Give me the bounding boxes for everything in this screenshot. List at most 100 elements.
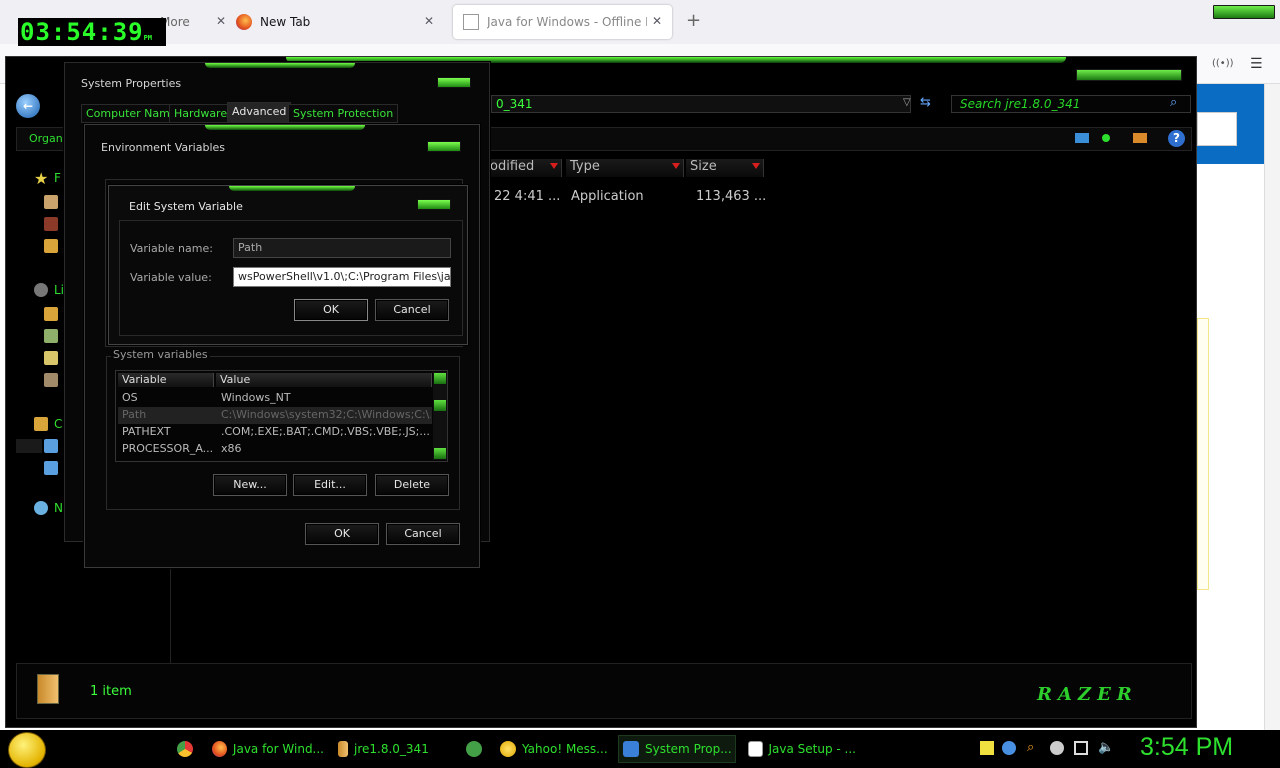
- browser-tab-new-tab[interactable]: New Tab ✕: [226, 5, 444, 39]
- cancel-button[interactable]: Cancel: [375, 299, 449, 321]
- scroll-down-icon[interactable]: [434, 448, 446, 459]
- ok-button[interactable]: OK: [294, 299, 368, 321]
- back-arrow-icon[interactable]: ←: [16, 94, 40, 118]
- firefox-icon: [236, 14, 252, 30]
- tab-advanced[interactable]: Advanced: [227, 102, 292, 123]
- table-row[interactable]: PATHEXT .COM;.EXE;.BAT;.CMD;.VBS;.VBE;.J…: [118, 424, 432, 441]
- nav-favorites-label[interactable]: F: [54, 171, 61, 185]
- scroll-thumb[interactable]: [434, 400, 446, 411]
- tray-icon[interactable]: [1050, 741, 1064, 755]
- tab-hardware[interactable]: Hardware: [169, 104, 233, 123]
- close-icon[interactable]: ✕: [216, 14, 226, 28]
- tab-computer-name[interactable]: Computer Name: [81, 104, 182, 123]
- sort-arrow-icon: [752, 163, 760, 169]
- network-tray-icon[interactable]: [1002, 741, 1016, 755]
- edit-button[interactable]: Edit...: [293, 474, 367, 496]
- search-input[interactable]: Search jre1.8.0_341: [951, 95, 1191, 113]
- display-tray-icon[interactable]: [1074, 741, 1088, 755]
- variable-name: Path: [122, 408, 147, 421]
- address-bar[interactable]: 0_341: [491, 95, 911, 113]
- file-modified[interactable]: 22 4:41 ...: [494, 189, 560, 204]
- web-page-input[interactable]: [1197, 112, 1237, 146]
- column-label: odified: [490, 159, 535, 174]
- sort-arrow-icon: [550, 163, 558, 169]
- volume-icon[interactable]: 🔈: [1098, 741, 1114, 755]
- variable-value: Windows_NT: [221, 391, 291, 404]
- notes-tray-icon[interactable]: [980, 741, 994, 755]
- tab-system-protection[interactable]: System Protection: [288, 104, 399, 123]
- music-icon[interactable]: [44, 329, 58, 343]
- taskbar-item-jre-folder[interactable]: jre1.8.0_341: [334, 735, 444, 763]
- downloads-icon[interactable]: [44, 217, 58, 231]
- delete-button[interactable]: Delete: [375, 474, 449, 496]
- organize-menu[interactable]: Organi: [29, 132, 66, 145]
- table-row-selected[interactable]: Path C:\Windows\system32;C:\Windows;C:\.…: [118, 407, 432, 424]
- search-icon[interactable]: ⌕: [1170, 95, 1177, 110]
- file-size[interactable]: 113,463 ...: [696, 189, 766, 204]
- videos-icon[interactable]: [44, 373, 58, 387]
- folder-icon: [338, 741, 348, 757]
- local-disk-icon[interactable]: [44, 439, 58, 453]
- taskbar-item-java-setup[interactable]: Java Setup - ...: [744, 735, 856, 763]
- dialog-title: System Properties: [81, 77, 182, 90]
- nav-network-label[interactable]: N: [54, 501, 63, 515]
- taskbar-clock[interactable]: 3:54 PM: [1140, 733, 1233, 762]
- help-icon[interactable]: ?: [1168, 130, 1185, 147]
- column-label: Type: [570, 159, 600, 174]
- web-page-scrollbar[interactable]: [1264, 84, 1280, 730]
- explorer-window-controls[interactable]: [1076, 69, 1182, 81]
- computer-icon[interactable]: [34, 417, 48, 431]
- table-row[interactable]: OS Windows_NT: [118, 390, 432, 407]
- pictures-icon[interactable]: [44, 351, 58, 365]
- taskbar-label: jre1.8.0_341: [354, 742, 429, 756]
- start-smiley-icon[interactable]: [8, 732, 46, 768]
- taskbar-label: Yahoo! Mess...: [522, 742, 608, 756]
- hamburger-menu-icon[interactable]: ☰: [1250, 56, 1263, 72]
- file-type[interactable]: Application: [571, 189, 644, 204]
- close-icon[interactable]: ✕: [424, 14, 434, 28]
- window-controls[interactable]: [1213, 5, 1275, 19]
- column-date-modified[interactable]: odified: [486, 159, 562, 177]
- app-icon[interactable]: [466, 741, 482, 757]
- browser-tab-java[interactable]: Java for Windows - Offline Insta ✕: [453, 5, 672, 39]
- recent-places-icon[interactable]: [44, 239, 58, 253]
- close-button[interactable]: [417, 199, 451, 210]
- view-icon[interactable]: [1075, 133, 1089, 143]
- scroll-up-icon[interactable]: [434, 373, 446, 384]
- drive-icon[interactable]: [44, 461, 58, 475]
- column-type[interactable]: Type: [566, 159, 684, 177]
- close-button[interactable]: [437, 77, 471, 88]
- taskbar-item-yahoo-messenger[interactable]: Yahoo! Mess...: [496, 735, 608, 763]
- column-variable[interactable]: Variable: [118, 373, 214, 387]
- close-icon[interactable]: ✕: [652, 14, 662, 28]
- refresh-icon[interactable]: ⇆: [920, 95, 931, 110]
- table-row[interactable]: PROCESSOR_A... x86: [118, 441, 432, 458]
- pane-icon[interactable]: [1133, 133, 1147, 143]
- column-size[interactable]: Size: [686, 159, 764, 177]
- extensions-icon[interactable]: ((•)): [1212, 58, 1234, 69]
- column-value[interactable]: Value: [216, 373, 432, 387]
- nav-libraries-label[interactable]: Li: [54, 283, 64, 297]
- list-scrollbar[interactable]: [433, 372, 447, 460]
- variable-name-field[interactable]: Path: [233, 238, 451, 258]
- taskbar-item-java-for-windows[interactable]: Java for Wind...: [208, 735, 324, 763]
- search-tray-icon[interactable]: ⌕: [1027, 741, 1041, 755]
- taskbar-item-system-properties[interactable]: System Prop...: [618, 735, 736, 763]
- new-button[interactable]: New...: [213, 474, 287, 496]
- preview-icon[interactable]: [1102, 134, 1110, 142]
- nav-computer-label[interactable]: C: [54, 417, 62, 431]
- cancel-button[interactable]: Cancel: [386, 523, 460, 545]
- chrome-icon[interactable]: [177, 741, 193, 757]
- network-icon[interactable]: [34, 501, 48, 515]
- chevron-down-icon[interactable]: ▽: [903, 97, 911, 108]
- desktop-icon[interactable]: [44, 195, 58, 209]
- libraries-icon[interactable]: [34, 283, 48, 297]
- new-tab-button[interactable]: +: [686, 10, 701, 31]
- variable-name: OS: [122, 391, 138, 404]
- variable-value-field[interactable]: wsPowerShell\v1.0\;C:\Program Files\java…: [233, 267, 451, 287]
- ok-button[interactable]: OK: [305, 523, 379, 545]
- favorites-star-icon[interactable]: ★: [34, 169, 48, 188]
- close-button[interactable]: [427, 141, 461, 152]
- system-variables-list[interactable]: Variable Value OS Windows_NT Path C:\Win…: [115, 370, 448, 462]
- documents-icon[interactable]: [44, 307, 58, 321]
